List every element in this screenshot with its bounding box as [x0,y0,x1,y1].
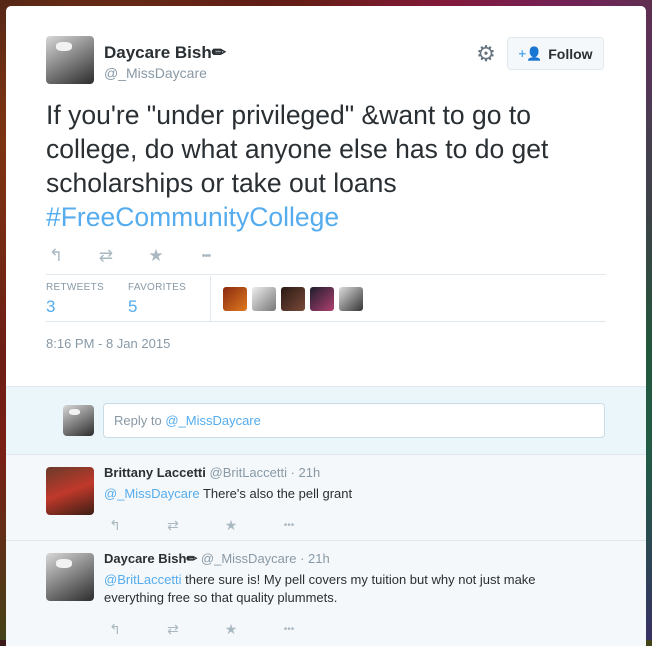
reply-icon[interactable]: ↰ [46,246,66,266]
reply-mention: @_MissDaycare [165,413,261,428]
divider [46,321,606,322]
favorites-count[interactable]: 5 [128,297,137,317]
reply-body: There's also the pell grant [199,486,353,501]
reply-actions: ↰ ⇄ ★ ••• [106,517,338,534]
reply-text: @BritLaccetti there sure is! My pell cov… [104,571,584,607]
divider [46,274,606,275]
stats-divider [210,276,211,322]
reply-tweet[interactable]: Brittany Laccetti @BritLaccetti · 21h @_… [6,454,646,541]
reply-actions: ↰ ⇄ ★ ••• [106,621,338,638]
reply-mention[interactable]: @BritLaccetti [104,572,182,587]
tweet-text: If you're "under privileged" &want to go… [46,98,626,234]
reply-composer: Reply to @_MissDaycare [6,386,646,455]
favoriter-avatar[interactable] [223,287,247,311]
retweet-icon[interactable]: ⇄ [164,517,182,534]
follow-button[interactable]: +👤 Follow [507,37,604,70]
reply-avatar[interactable] [46,553,94,601]
more-icon[interactable]: ••• [196,250,216,262]
favorites-label: FAVORITES [128,282,187,293]
reply-author-meta: @_MissDaycare · 21h [200,551,330,566]
author-handle[interactable]: @_MissDaycare [104,65,207,81]
reply-author[interactable]: Brittany Laccetti @BritLaccetti · 21h [104,465,320,480]
reply-input[interactable]: Reply to @_MissDaycare [103,403,605,438]
retweets-count[interactable]: 3 [46,297,55,317]
gear-icon[interactable]: ⚙ [474,42,498,66]
tweet-body: If you're "under privileged" &want to go… [46,100,549,198]
main-tweet: Daycare Bish✏ @_MissDaycare ⚙ +👤 Follow … [6,6,646,386]
reply-author-name: Daycare Bish✏ [104,551,198,566]
retweet-icon[interactable]: ⇄ [164,621,182,638]
reply-icon[interactable]: ↰ [106,621,124,638]
reply-avatar[interactable] [46,467,94,515]
retweet-icon[interactable]: ⇄ [96,246,116,266]
reply-tweet[interactable]: Daycare Bish✏ @_MissDaycare · 21h @BritL… [6,540,646,646]
reply-author[interactable]: Daycare Bish✏ @_MissDaycare · 21h [104,551,330,567]
favorite-icon[interactable]: ★ [222,517,240,534]
favoriter-avatar[interactable] [252,287,276,311]
tweet-timestamp[interactable]: 8:16 PM - 8 Jan 2015 [46,336,170,351]
author-avatar[interactable] [46,36,94,84]
user-avatar [63,405,94,436]
favorite-icon[interactable]: ★ [222,621,240,638]
favoriter-avatar[interactable] [339,287,363,311]
follow-label: Follow [548,45,593,62]
reply-prefix: Reply to [114,413,166,428]
hashtag-link[interactable]: #FreeCommunityCollege [46,202,339,232]
reply-author-name: Brittany Laccetti [104,465,206,480]
author-name[interactable]: Daycare Bish✏ [104,43,226,63]
favorite-icon[interactable]: ★ [146,246,166,266]
reply-author-meta: @BritLaccetti · 21h [209,465,321,480]
retweets-label: RETWEETS [46,282,104,293]
more-icon[interactable]: ••• [280,624,298,635]
favoriter-avatar[interactable] [281,287,305,311]
reply-mention[interactable]: @_MissDaycare [104,486,200,501]
favoriter-avatar[interactable] [310,287,334,311]
more-icon[interactable]: ••• [280,520,298,531]
tweet-card: Daycare Bish✏ @_MissDaycare ⚙ +👤 Follow … [6,6,646,646]
reply-icon[interactable]: ↰ [106,517,124,534]
reply-text: @_MissDaycare There's also the pell gran… [104,485,584,503]
add-user-icon: +👤 [518,45,543,61]
tweet-actions: ↰ ⇄ ★ ••• [46,246,246,266]
